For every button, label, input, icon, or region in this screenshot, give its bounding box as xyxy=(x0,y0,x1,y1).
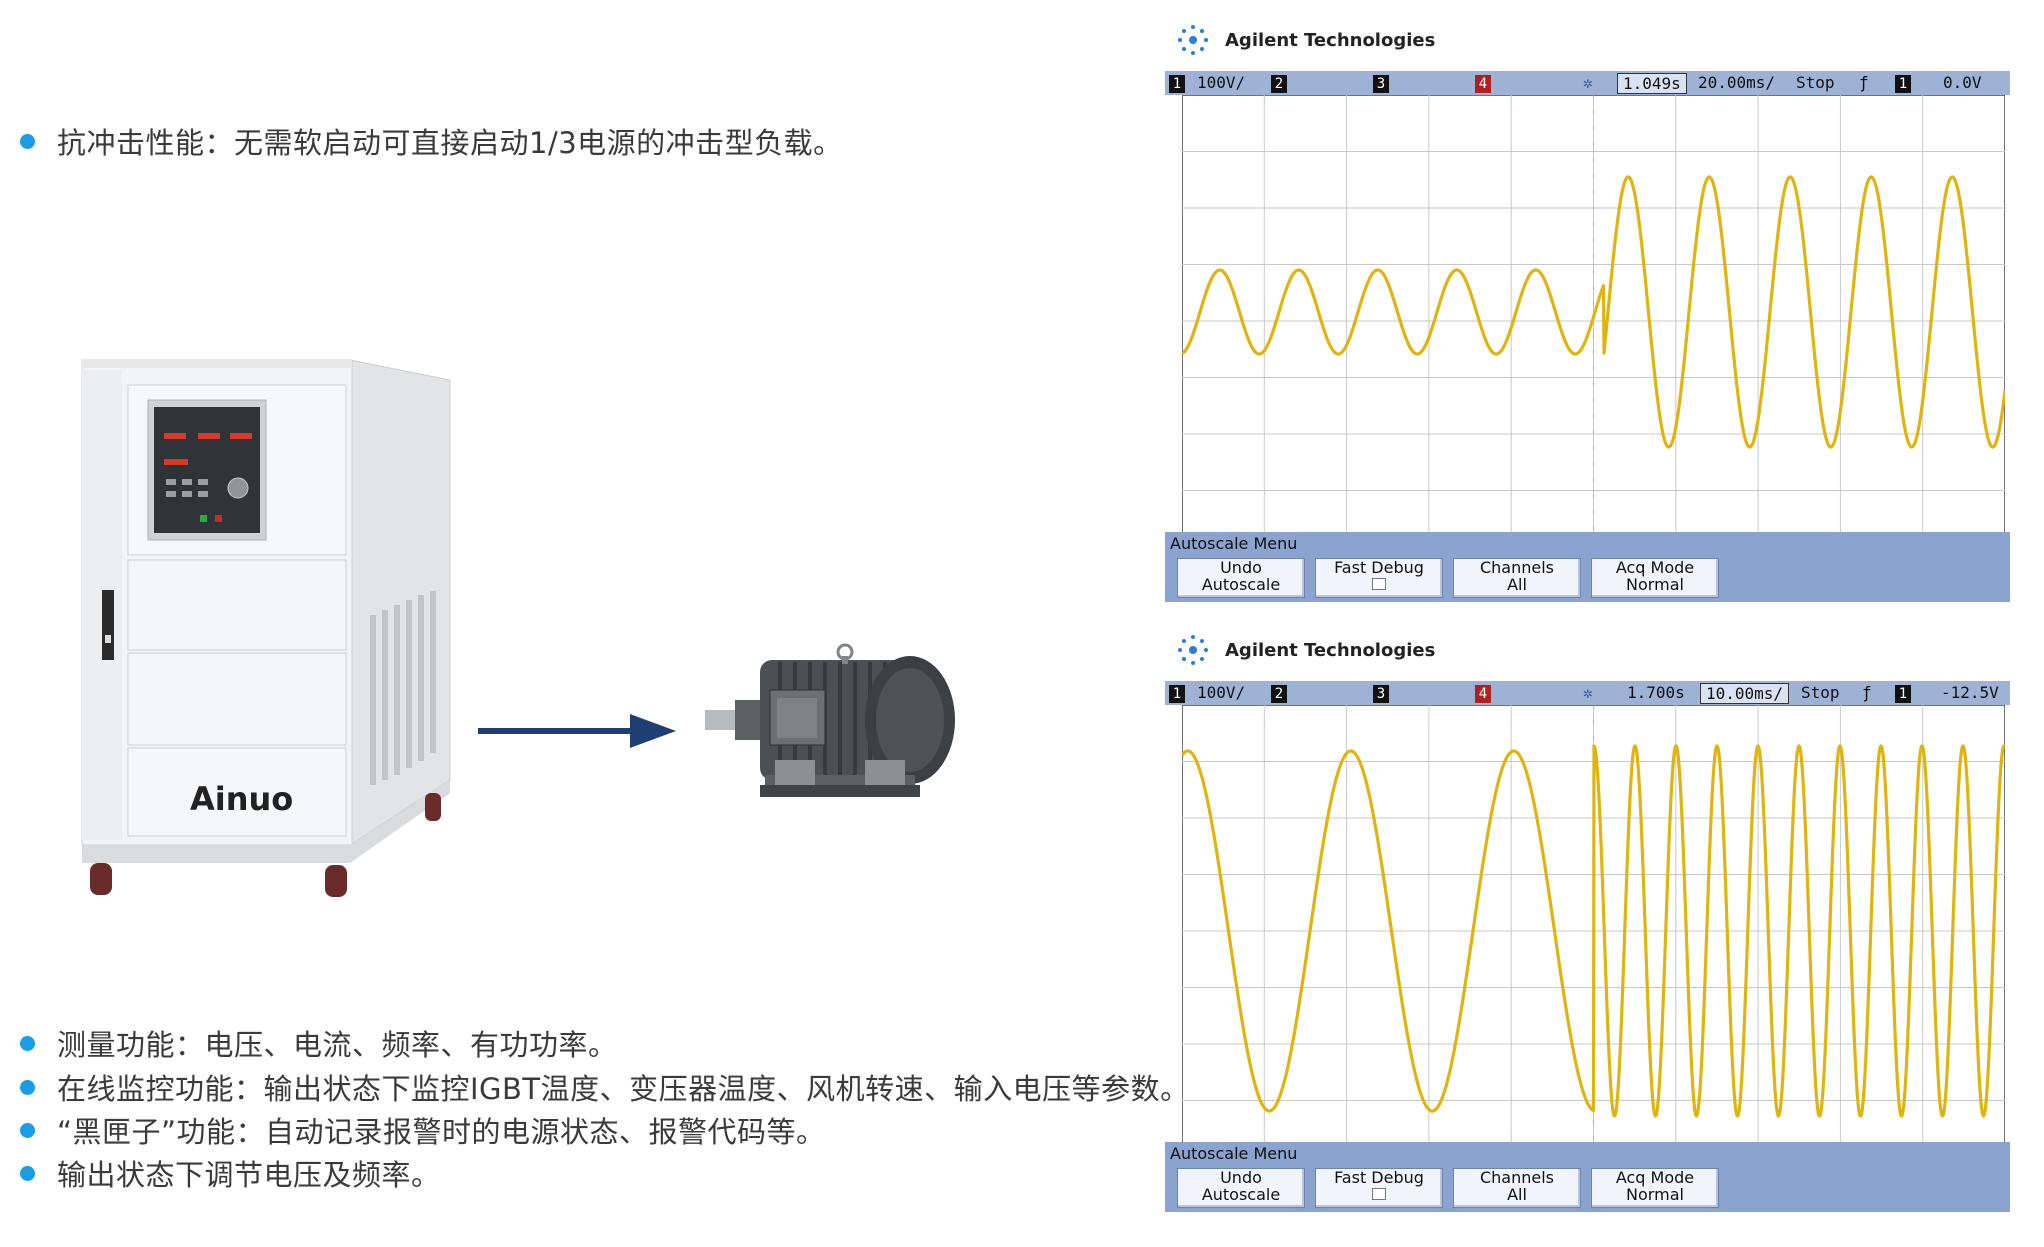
waveform-display xyxy=(1182,705,2005,1157)
checkbox-icon xyxy=(1372,1188,1386,1200)
feature-adjust: 输出状态下调节电压及频率。 xyxy=(20,1152,441,1194)
trigger-level: 0.0V xyxy=(1943,73,1982,92)
trigger-edge-icon: ƒ xyxy=(1862,683,1872,702)
time-position: 1.700s xyxy=(1627,683,1685,702)
acq-mode-button[interactable]: Acq Mode Normal xyxy=(1591,558,1719,598)
checkbox-icon xyxy=(1372,578,1386,590)
brand-name: Agilent Technologies xyxy=(1225,639,1436,661)
channel-3-badge[interactable]: 3 xyxy=(1373,75,1389,93)
oscilloscope-top: Agilent Technologies 1 100V/ 2 3 4 ✲ 1.0… xyxy=(1165,15,2010,602)
feature-monitor: 在线监控功能：输出状态下监控IGBT温度、变压器温度、风机转速、输入电压等参数。 xyxy=(20,1066,1190,1108)
menu-title: Autoscale Menu xyxy=(1170,534,1298,553)
status-bar: 1 100V/ 2 3 4 ✲ 1.700s 10.00ms/ Stop ƒ 1… xyxy=(1165,681,2010,705)
channel-2-badge[interactable]: 2 xyxy=(1271,75,1287,93)
power-supply-cabinet: Ainuo xyxy=(80,355,470,919)
channels-all-button[interactable]: Channels All xyxy=(1453,1168,1581,1208)
electric-motor xyxy=(705,640,975,824)
fast-debug-button[interactable]: Fast Debug xyxy=(1315,1168,1443,1208)
channel-1-scale: 100V/ xyxy=(1197,73,1246,92)
status-bar: 1 100V/ 2 3 4 ✲ 1.049s 20.00ms/ Stop ƒ 1… xyxy=(1165,71,2010,95)
channel-3-badge[interactable]: 3 xyxy=(1373,685,1389,703)
menu-title: Autoscale Menu xyxy=(1170,1144,1298,1163)
fast-debug-button[interactable]: Fast Debug xyxy=(1315,558,1443,598)
timebase: 10.00ms/ xyxy=(1700,683,1790,704)
trigger-marker-icon: ✲ xyxy=(1583,683,1593,702)
channel-4-badge[interactable]: 4 xyxy=(1475,685,1491,703)
run-state: Stop xyxy=(1796,73,1835,92)
trigger-edge-icon: ƒ xyxy=(1859,73,1869,92)
feature-impact: 抗冲击性能：无需软启动可直接启动1/3电源的冲击型负载。 xyxy=(20,120,843,162)
time-position: 1.049s xyxy=(1617,73,1687,94)
bullet-dot xyxy=(20,1122,35,1138)
trigger-channel-badge: 1 xyxy=(1895,75,1911,93)
bullet-dot xyxy=(20,133,35,149)
undo-autoscale-button[interactable]: Undo Autoscale xyxy=(1177,1168,1305,1208)
bullet-dot xyxy=(20,1165,35,1181)
brand-header: Agilent Technologies xyxy=(1175,625,1435,675)
feature-text: 在线监控功能：输出状态下监控IGBT温度、变压器温度、风机转速、输入电压等参数。 xyxy=(57,1072,1190,1106)
oscilloscope-bottom: Agilent Technologies 1 100V/ 2 3 4 ✲ 1.7… xyxy=(1165,625,2010,1212)
feature-text: 抗冲击性能：无需软启动可直接启动1/3电源的冲击型负载。 xyxy=(57,126,843,160)
bullet-dot xyxy=(20,1035,35,1051)
flow-arrow xyxy=(478,712,678,756)
autoscale-menu: Autoscale Menu Undo Autoscale Fast Debug … xyxy=(1165,532,2010,602)
run-state: Stop xyxy=(1801,683,1840,702)
acq-mode-button[interactable]: Acq Mode Normal xyxy=(1591,1168,1719,1208)
trigger-channel-badge: 1 xyxy=(1895,685,1911,703)
undo-autoscale-button[interactable]: Undo Autoscale xyxy=(1177,558,1305,598)
brand-header: Agilent Technologies xyxy=(1175,15,1435,65)
channel-2-badge[interactable]: 2 xyxy=(1271,685,1287,703)
waveform-display xyxy=(1182,95,2005,547)
channels-all-button[interactable]: Channels All xyxy=(1453,558,1581,598)
feature-text: 输出状态下调节电压及频率。 xyxy=(57,1158,441,1192)
agilent-spark-icon xyxy=(1178,635,1208,665)
feature-blackbox: “黑匣子”功能：自动记录报警时的电源状态、报警代码等。 xyxy=(20,1109,826,1151)
channel-1-badge[interactable]: 1 xyxy=(1169,685,1185,703)
autoscale-menu: Autoscale Menu Undo Autoscale Fast Debug … xyxy=(1165,1142,2010,1212)
bullet-dot xyxy=(20,1079,35,1095)
feature-text: 测量功能：电压、电流、频率、有功功率。 xyxy=(57,1028,618,1062)
channel-1-badge[interactable]: 1 xyxy=(1169,75,1185,93)
trigger-marker-icon: ✲ xyxy=(1583,73,1593,92)
trigger-level: -12.5V xyxy=(1941,683,1999,702)
brand-logo: Ainuo xyxy=(190,780,293,818)
agilent-spark-icon xyxy=(1178,25,1208,55)
feature-measure: 测量功能：电压、电流、频率、有功功率。 xyxy=(20,1022,618,1064)
brand-name: Agilent Technologies xyxy=(1225,29,1436,51)
feature-text: “黑匣子”功能：自动记录报警时的电源状态、报警代码等。 xyxy=(57,1115,826,1149)
timebase: 20.00ms/ xyxy=(1698,73,1776,92)
channel-1-scale: 100V/ xyxy=(1197,683,1246,702)
channel-4-badge[interactable]: 4 xyxy=(1475,75,1491,93)
